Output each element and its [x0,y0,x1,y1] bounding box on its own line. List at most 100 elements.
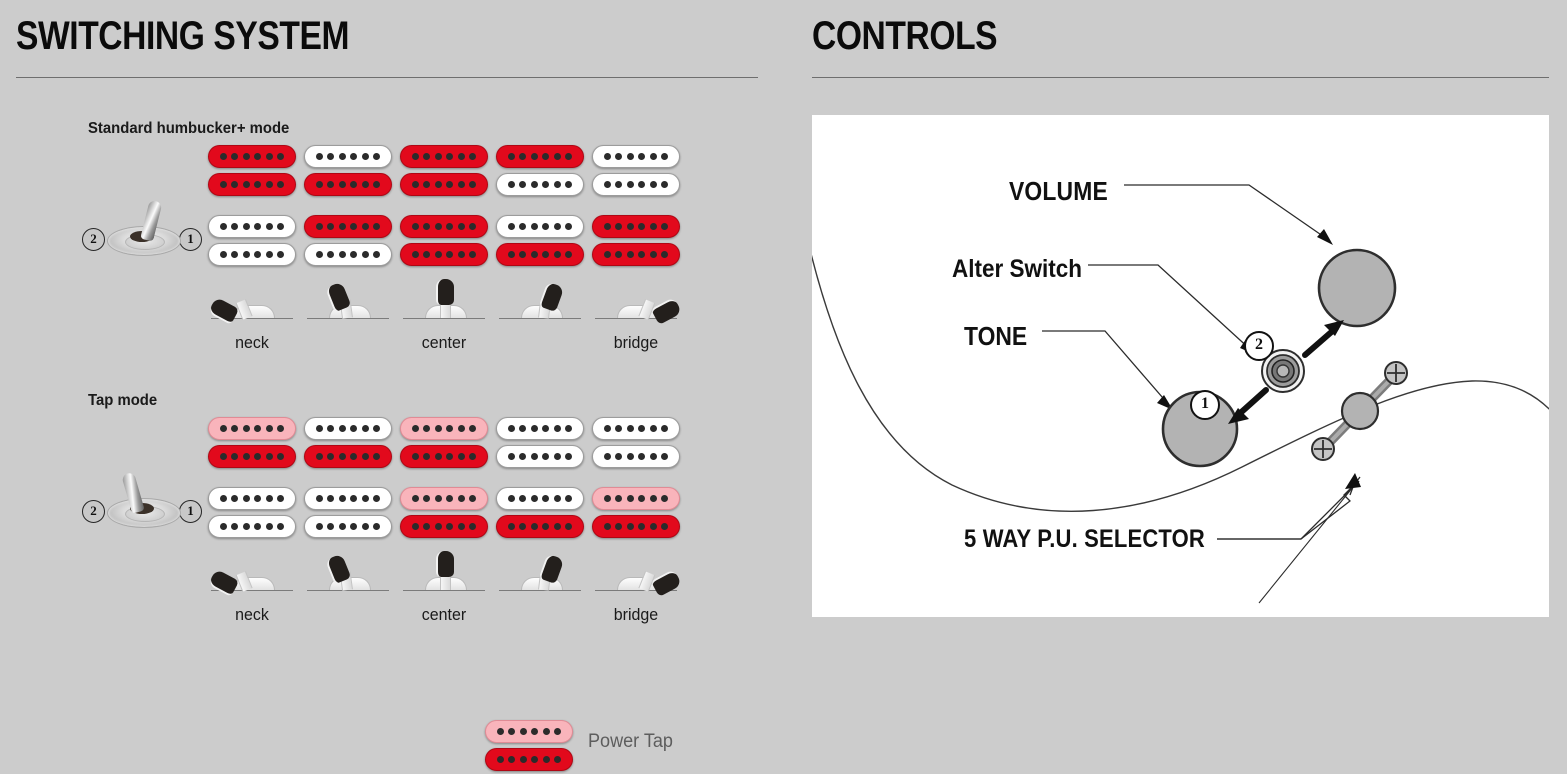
pole-piece [615,425,623,432]
pole-piece [423,523,431,530]
pole-piece [603,453,611,460]
pole-piece [411,523,419,530]
pole-piece [231,181,239,188]
neck-pickup-tap-pos1-bottom-coil [208,445,296,468]
bridge-pickup-standard-pos3-top-coil [400,215,488,238]
neck-pickup-standard-pos3-bottom-coil [400,173,488,196]
pole-piece [530,425,538,432]
pole-piece [603,523,611,530]
pole-piece [446,251,454,258]
pole-piece [242,523,250,530]
lever-tip [650,568,683,597]
pole-piece [615,153,623,160]
selector-position-label-tap-bridge: bridge [613,605,659,624]
pole-piece [649,495,657,502]
pole-piece [638,251,646,258]
pole-piece [638,523,646,530]
pole-piece [469,453,477,460]
bridge-pickup-standard-pos4 [496,215,584,269]
pole-piece [542,495,550,502]
neck-pickup-standard-pos5 [592,145,680,199]
pole-piece [277,181,285,188]
pole-piece [219,223,227,230]
pole-piece [553,453,561,460]
bridge-pickup-tap-pos4 [496,487,584,541]
toggle-number-right-tap: 1 [179,500,202,523]
pole-piece [361,453,369,460]
five-way-lever-icon-3 [403,551,485,599]
alter-switch-toggle-standard[interactable]: 21 [78,198,208,268]
pole-piece [530,523,538,530]
pole-piece [327,523,335,530]
pole-piece [530,251,538,258]
bridge-pickup-tap-pos1 [208,487,296,541]
volume-leader-line [1124,184,1331,242]
bridge-pickup-tap-pos2 [304,487,392,541]
pole-piece [603,251,611,258]
pole-piece [231,251,239,258]
pole-piece [338,181,346,188]
neck-pickup-standard-pos2-top-coil [304,145,392,168]
pole-piece [649,523,657,530]
toggle-number-right-standard: 1 [179,228,202,251]
pole-piece [507,523,515,530]
pole-piece [411,251,419,258]
pole-piece [565,453,573,460]
bridge-pickup-standard-pos1-bottom-coil [208,243,296,266]
pole-piece [242,495,250,502]
alter-switch-toggle-tap[interactable]: 21 [78,470,208,540]
pole-piece [661,523,669,530]
pole-piece [434,153,442,160]
alter-switch-leader-line [1088,264,1253,352]
pole-piece [457,523,465,530]
pole-piece [638,425,646,432]
five-way-lever-icon-4 [499,553,581,599]
neck-pickup-standard-pos4-bottom-coil [496,173,584,196]
pole-piece [315,181,323,188]
lever-tip [436,279,454,305]
five-way-lever-icon-1 [207,285,293,327]
pole-piece [553,251,561,258]
pole-piece [626,223,634,230]
pole-piece [231,453,239,460]
title-divider-left [16,77,758,78]
pole-piece [519,453,527,460]
pole-piece [277,251,285,258]
pole-piece [446,523,454,530]
pole-piece [219,495,227,502]
neck-pickup-tap-pos1 [208,417,296,471]
pole-piece [411,181,419,188]
pole-piece [411,453,419,460]
pole-piece [327,251,335,258]
neck-pickup-tap-pos4 [496,417,584,471]
pole-piece [373,181,381,188]
pole-piece [554,756,562,763]
neck-pickup-tap-pos2 [304,417,392,471]
pole-piece [565,153,573,160]
pole-piece [277,223,285,230]
pole-piece [411,425,419,432]
alter-switch-position-2-badge: 2 [1244,331,1274,361]
pole-piece [338,523,346,530]
neck-pickup-tap-pos2-bottom-coil [304,445,392,468]
pole-piece [649,425,657,432]
pole-piece [423,251,431,258]
pole-piece [542,251,550,258]
pole-piece [361,251,369,258]
pole-piece [315,153,323,160]
pole-piece [519,425,527,432]
pole-piece [242,251,250,258]
neck-pickup-standard-pos4-top-coil [496,145,584,168]
tone-leader-line [1042,330,1170,406]
pole-piece [638,181,646,188]
pole-piece [638,453,646,460]
pole-piece [423,425,431,432]
pole-piece [373,153,381,160]
pole-piece [411,495,419,502]
pole-piece [457,453,465,460]
pole-piece [603,495,611,502]
bridge-pickup-tap-pos4-top-coil [496,487,584,510]
neck-pickup-tap-pos5-bottom-coil [592,445,680,468]
pole-piece [361,223,369,230]
pole-piece [242,453,250,460]
